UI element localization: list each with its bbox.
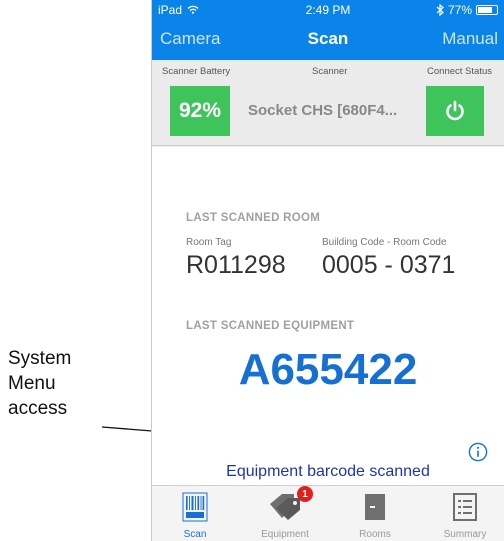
annotation-line-3: access xyxy=(8,398,68,419)
room-tag-label: Room Tag xyxy=(186,237,232,248)
building-room-label: Building Code - Room Code xyxy=(322,237,447,248)
battery-percent: 77% xyxy=(447,3,472,17)
status-bar: iPad 2:49 PM 77% xyxy=(152,0,504,20)
scanner-name: Socket CHS [680F4... xyxy=(248,102,398,119)
building-room-value: 0005 - 0371 xyxy=(322,251,456,279)
tab-equipment[interactable]: 1 Equipment xyxy=(250,486,320,541)
list-icon xyxy=(453,493,477,521)
last-room-heading: LAST SCANNED ROOM xyxy=(186,212,321,224)
annotation-line-2: Menu xyxy=(8,373,56,394)
bluetooth-icon xyxy=(436,4,444,16)
annotation-callout: System Menu access xyxy=(8,346,138,421)
last-equipment-heading: LAST SCANNED EQUIPMENT xyxy=(186,320,355,332)
scanner-battery-label: Scanner Battery xyxy=(162,66,231,77)
room-tag-value: R011298 xyxy=(186,251,286,279)
equipment-code: A655422 xyxy=(238,345,418,394)
tab-scan[interactable]: Scan xyxy=(160,486,230,541)
power-icon xyxy=(446,100,464,121)
equipment-badge: 1 xyxy=(297,486,313,502)
nav-bar: Camera Scan Manual xyxy=(152,20,504,60)
manual-button[interactable]: Manual xyxy=(442,29,498,49)
tab-label-scan: Scan xyxy=(183,529,207,540)
annotation-line-1: System xyxy=(8,348,72,369)
tab-label-rooms: Rooms xyxy=(359,529,391,540)
scanner-label: Scanner xyxy=(312,66,348,77)
tab-summary[interactable]: Summary xyxy=(430,486,500,541)
status-message: Equipment barcode scanned xyxy=(226,463,430,480)
barcode-icon xyxy=(182,492,208,522)
door-icon xyxy=(365,494,385,520)
connect-button[interactable] xyxy=(426,86,484,136)
scan-content: LAST SCANNED ROOM Room Tag Building Code… xyxy=(152,147,504,485)
scanner-battery-value: 92% xyxy=(170,86,230,136)
status-right: 77% xyxy=(436,3,498,17)
battery-icon xyxy=(476,5,498,15)
tab-bar: Scan 1 Equipment Rooms Summary xyxy=(152,485,504,541)
scanner-panel: Scanner Battery Scanner Connect Status 9… xyxy=(152,60,504,146)
tab-label-equipment: Equipment xyxy=(261,529,309,540)
tab-rooms[interactable]: Rooms xyxy=(340,486,410,541)
connect-status-label: Connect Status xyxy=(427,66,492,77)
tab-label-summary: Summary xyxy=(443,529,487,540)
device-screen: iPad 2:49 PM 77% Camera Scan Manual Scan… xyxy=(151,0,504,541)
